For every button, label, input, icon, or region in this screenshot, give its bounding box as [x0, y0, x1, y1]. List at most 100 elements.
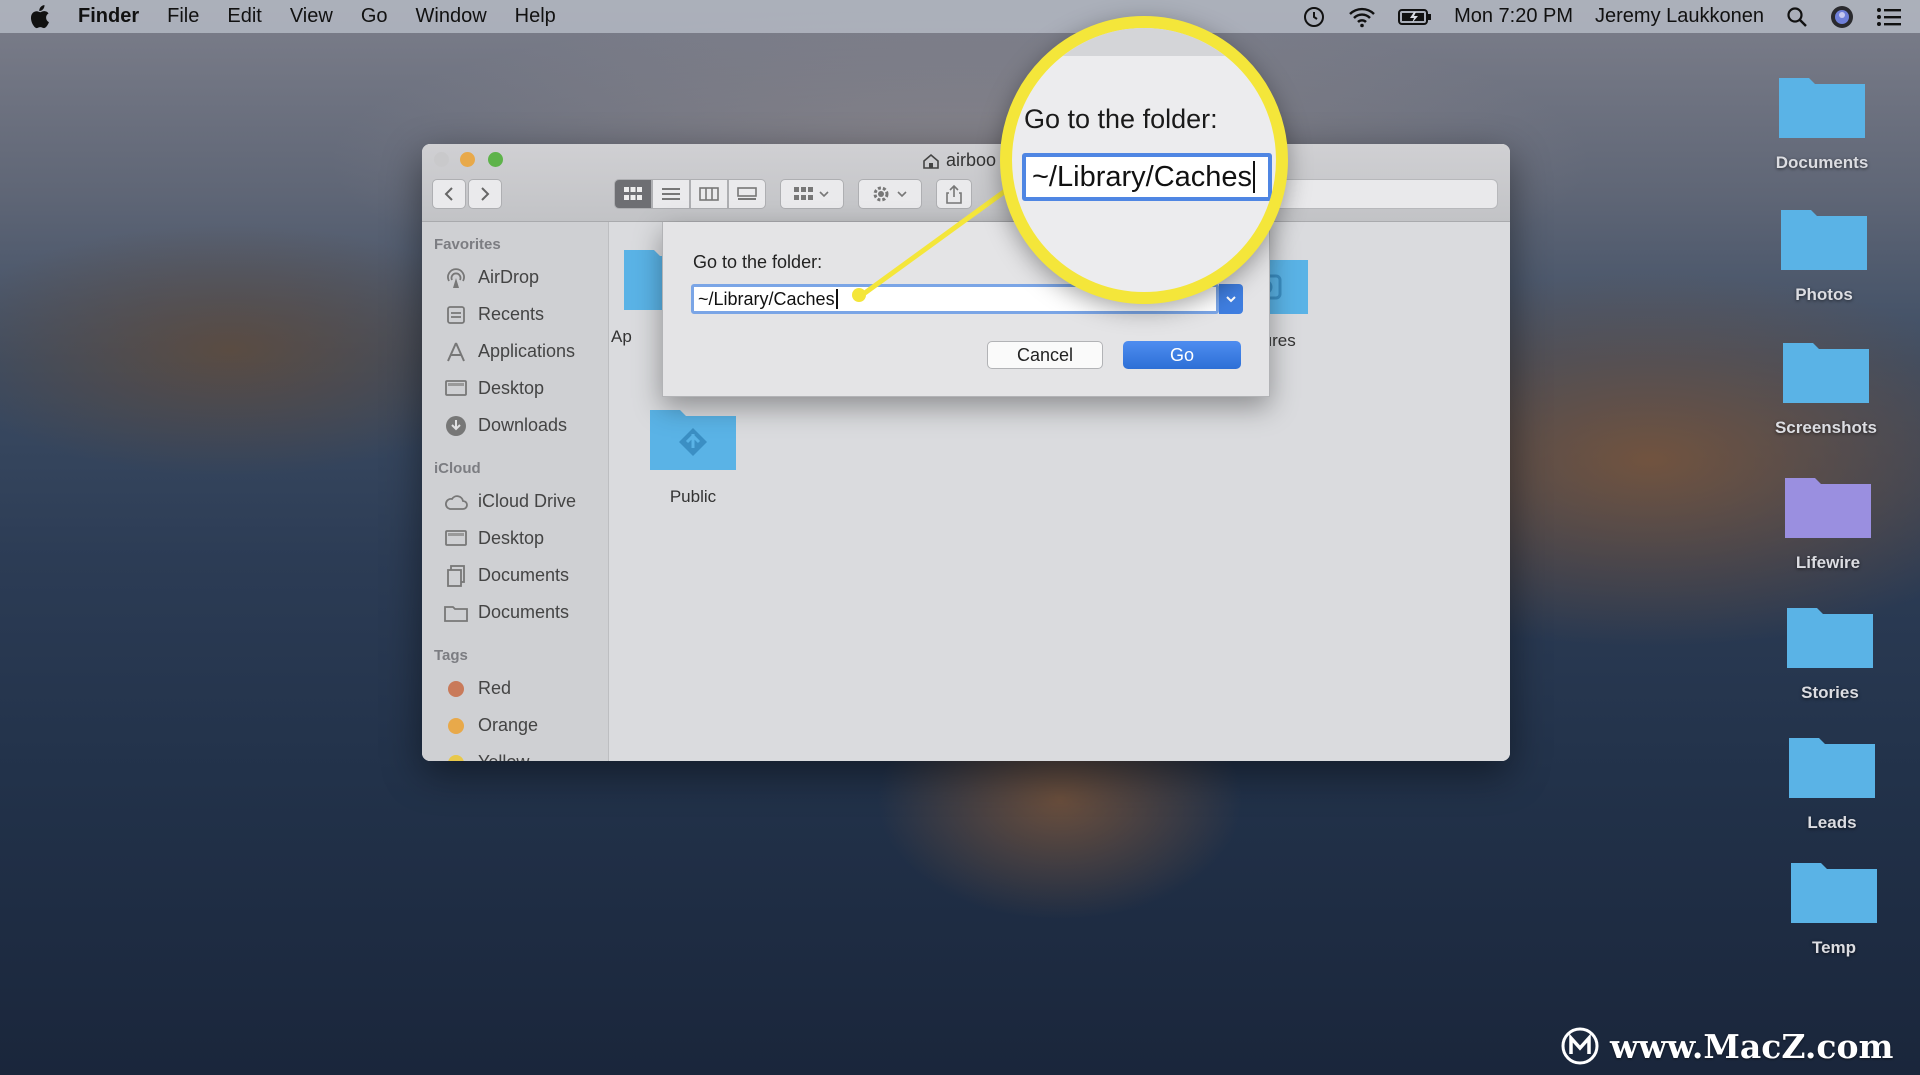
sidebar-item-label: Desktop — [478, 378, 545, 398]
battery-icon[interactable] — [1398, 7, 1432, 27]
desktop-icon — [444, 378, 468, 400]
chevron-down-icon — [1226, 296, 1236, 303]
folder-icon — [1779, 78, 1865, 138]
folder-icon — [444, 602, 468, 624]
siri-icon[interactable] — [1830, 5, 1854, 29]
sidebar-tag-yellow[interactable]: Yellow — [422, 744, 608, 761]
wifi-icon[interactable] — [1348, 6, 1376, 28]
menu-edit[interactable]: Edit — [227, 5, 261, 28]
recent-folders-dropdown[interactable] — [1219, 284, 1243, 314]
favorites-heading: Favorites — [434, 236, 501, 253]
folder-icon — [1789, 738, 1875, 798]
share-button[interactable] — [936, 179, 972, 209]
icon-view-button[interactable] — [614, 179, 652, 209]
sidebar-item-applications[interactable]: Applications — [422, 333, 608, 370]
applications-icon — [444, 341, 468, 363]
gallery-icon — [737, 187, 757, 200]
menu-file[interactable]: File — [167, 5, 199, 28]
sidebar-item-label: Documents — [478, 565, 570, 585]
home-folder-icon — [923, 153, 939, 169]
tag-dot-icon — [444, 752, 468, 761]
list-view-button[interactable] — [652, 179, 690, 209]
desktop-folder-lifewire[interactable]: Lifewire — [1768, 470, 1888, 573]
dialog-prompt: Go to the folder: — [693, 252, 823, 272]
zoom-path-value: ~/Library/Caches — [1032, 160, 1253, 193]
sidebar-item-desktop[interactable]: Desktop — [422, 370, 608, 407]
zoom-window-button[interactable] — [488, 152, 503, 167]
gear-icon — [873, 186, 907, 202]
menu-window[interactable]: Window — [416, 5, 487, 28]
text-caret — [835, 289, 838, 309]
apple-menu-icon[interactable] — [28, 4, 50, 29]
desktop-folder-documents[interactable]: Documents — [1762, 70, 1882, 173]
window-title-text: airboo — [946, 150, 997, 170]
desktop-folder-stories[interactable]: Stories — [1770, 600, 1890, 703]
public-folder-icon — [650, 410, 736, 470]
sidebar-item-icloud-documents[interactable]: Documents — [422, 557, 608, 594]
columns-icon — [699, 187, 719, 201]
callout-dot — [852, 288, 866, 302]
folder-label: Public — [669, 487, 717, 506]
desktop-folder-label: Stories — [1801, 683, 1859, 702]
sidebar-item-icloud-drive[interactable]: iCloud Drive — [422, 483, 608, 520]
gallery-view-button[interactable] — [728, 179, 766, 209]
spotlight-search-icon[interactable] — [1786, 6, 1808, 28]
grid-icon — [624, 187, 642, 200]
sidebar-item-label: Desktop — [478, 528, 545, 548]
watermark: www.MacZ.com — [1560, 1026, 1893, 1066]
desktop-folder-label: Lifewire — [1795, 553, 1861, 572]
notification-center-icon[interactable] — [1876, 7, 1902, 27]
close-window-button[interactable] — [434, 152, 449, 167]
sidebar-item-downloads[interactable]: Downloads — [422, 407, 608, 444]
go-button[interactable]: Go — [1123, 341, 1241, 369]
sidebar-item-label: Orange — [478, 715, 539, 735]
watermark-logo-icon — [1561, 1027, 1599, 1065]
sidebar-item-label: iCloud Drive — [478, 491, 577, 511]
sidebar-item-recents[interactable]: Recents — [422, 296, 608, 333]
forward-button[interactable] — [468, 179, 502, 209]
zoom-path-field: ~/Library/Caches — [1022, 153, 1272, 201]
desktop-folder-label: Leads — [1807, 813, 1857, 832]
desktop-folder-label: Screenshots — [1774, 418, 1878, 437]
desktop-folder-screenshots[interactable]: Screenshots — [1766, 335, 1886, 438]
sidebar-tag-red[interactable]: Red — [422, 670, 608, 707]
sidebar-item-documents-folder[interactable]: Documents — [422, 594, 608, 631]
sidebar-item-label: Documents — [478, 602, 570, 622]
action-menu-button[interactable] — [858, 179, 922, 209]
column-view-button[interactable] — [690, 179, 728, 209]
menu-help[interactable]: Help — [515, 5, 556, 28]
back-button[interactable] — [432, 179, 466, 209]
menu-bar: Finder File Edit View Go Window Help Mon… — [0, 0, 1920, 33]
chevron-right-icon — [481, 187, 490, 201]
menu-finder[interactable]: Finder — [78, 5, 139, 28]
minimize-window-button[interactable] — [460, 152, 475, 167]
folder-public[interactable]: Public — [633, 402, 753, 507]
user-name[interactable]: Jeremy Laukkonen — [1595, 5, 1764, 28]
sidebar-item-label: Applications — [478, 341, 576, 361]
status-area: Mon 7:20 PM Jeremy Laukkonen — [1302, 0, 1902, 33]
cancel-button[interactable]: Cancel — [987, 341, 1103, 369]
desktop-folder-photos[interactable]: Photos — [1764, 202, 1884, 305]
finder-sidebar: Favorites AirDrop Recents Applications D… — [422, 222, 609, 761]
clock[interactable]: Mon 7:20 PM — [1454, 5, 1573, 28]
sidebar-item-airdrop[interactable]: AirDrop — [422, 259, 608, 296]
desktop-folder-temp[interactable]: Temp — [1774, 855, 1894, 958]
folder-icon — [1791, 863, 1877, 923]
sidebar-tag-orange[interactable]: Orange — [422, 707, 608, 744]
group-by-button[interactable] — [780, 179, 844, 209]
sidebar-item-icloud-desktop[interactable]: Desktop — [422, 520, 608, 557]
desktop-folder-label: Documents — [1775, 153, 1869, 172]
folder-icon — [1787, 608, 1873, 668]
menu-go[interactable]: Go — [361, 5, 388, 28]
menu-view[interactable]: View — [290, 5, 333, 28]
share-icon — [946, 184, 962, 204]
text-caret — [1253, 161, 1256, 193]
airdrop-icon — [444, 267, 468, 289]
zoom-callout-titlebar — [1012, 28, 1276, 56]
tags-heading: Tags — [434, 647, 468, 664]
folder-path-value: ~/Library/Caches — [698, 289, 835, 309]
list-icon — [662, 188, 680, 200]
time-machine-icon[interactable] — [1302, 5, 1326, 29]
finder-toolbar: airboo — [422, 144, 1510, 222]
desktop-folder-leads[interactable]: Leads — [1772, 730, 1892, 833]
